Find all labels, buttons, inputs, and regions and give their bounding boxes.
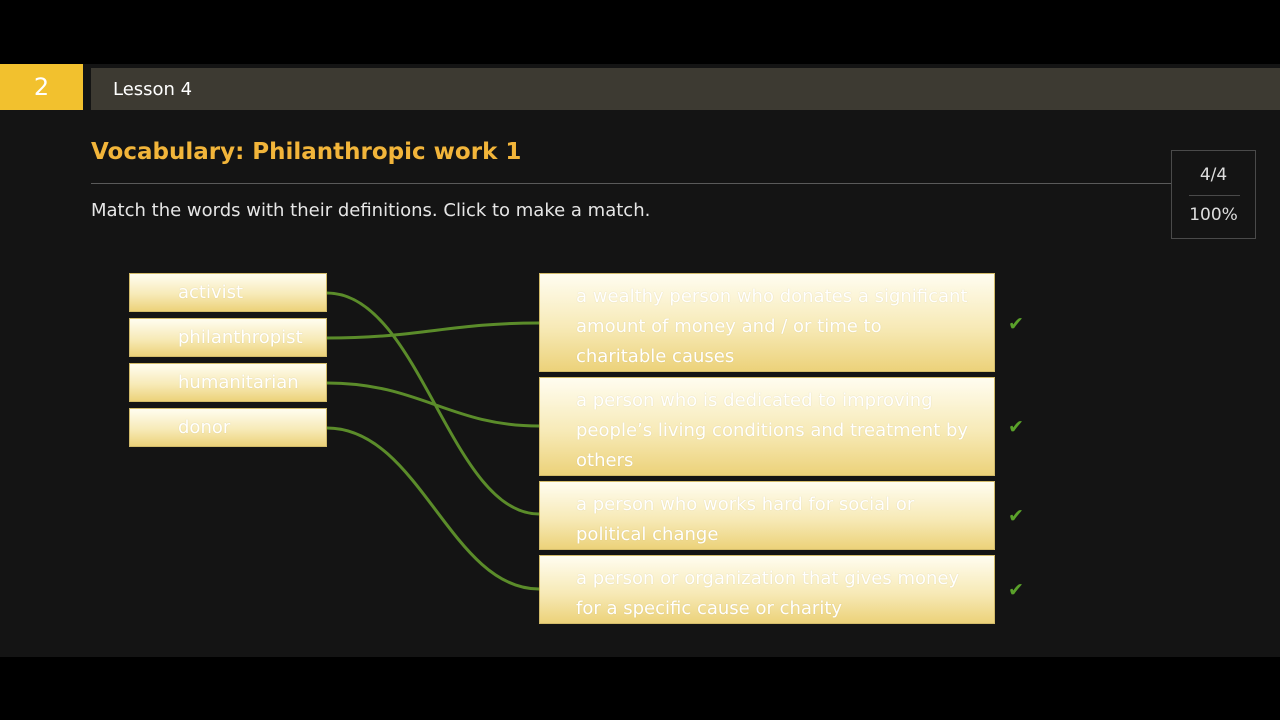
score-panel: 4/4 100% — [1171, 150, 1256, 239]
check-icon: ✔ — [1008, 579, 1024, 601]
check-icon: ✔ — [1008, 505, 1024, 527]
definition-tile-1[interactable]: a wealthy person who donates a significa… — [539, 273, 995, 372]
word-label: philanthropist — [178, 327, 303, 348]
check-icon: ✔ — [1008, 313, 1024, 335]
definition-text: a person or organization that gives mone… — [576, 568, 960, 619]
word-tile-humanitarian[interactable]: humanitarian — [129, 363, 327, 402]
match-line-humanitarian — [326, 381, 540, 428]
word-tile-philanthropist[interactable]: philanthropist — [129, 318, 327, 357]
definition-text: a person who works hard for social or po… — [576, 494, 915, 545]
definition-tile-2[interactable]: a person who is dedicated to improving p… — [539, 377, 995, 476]
definition-tile-3[interactable]: a person who works hard for social or po… — [539, 481, 995, 550]
lesson-title: Lesson 4 — [91, 68, 1280, 110]
definition-text: a person who is dedicated to improving p… — [576, 390, 969, 471]
check-icon: ✔ — [1008, 416, 1024, 438]
score-count: 4/4 — [1199, 165, 1228, 185]
word-label: activist — [178, 282, 244, 303]
title-divider — [91, 183, 1171, 184]
match-line-donor — [326, 426, 540, 591]
lesson-header: 2 Lesson 4 — [0, 64, 1280, 110]
word-label: donor — [178, 417, 231, 438]
match-line-activist — [326, 291, 540, 516]
page-title: Vocabulary: Philanthropic work 1 — [91, 139, 522, 165]
word-tile-activist[interactable]: activist — [129, 273, 327, 312]
score-percent: 100% — [1189, 205, 1238, 225]
definition-text: a wealthy person who donates a significa… — [576, 286, 968, 367]
match-line-philanthropist — [326, 321, 540, 340]
definition-tile-4[interactable]: a person or organization that gives mone… — [539, 555, 995, 624]
score-divider — [1189, 195, 1240, 196]
word-label: humanitarian — [178, 372, 299, 393]
activity-window: 2 Lesson 4 Vocabulary: Philanthropic wor… — [0, 64, 1280, 657]
instructions-text: Match the words with their definitions. … — [91, 200, 651, 221]
word-tile-donor[interactable]: donor — [129, 408, 327, 447]
unit-number-badge: 2 — [0, 64, 83, 110]
